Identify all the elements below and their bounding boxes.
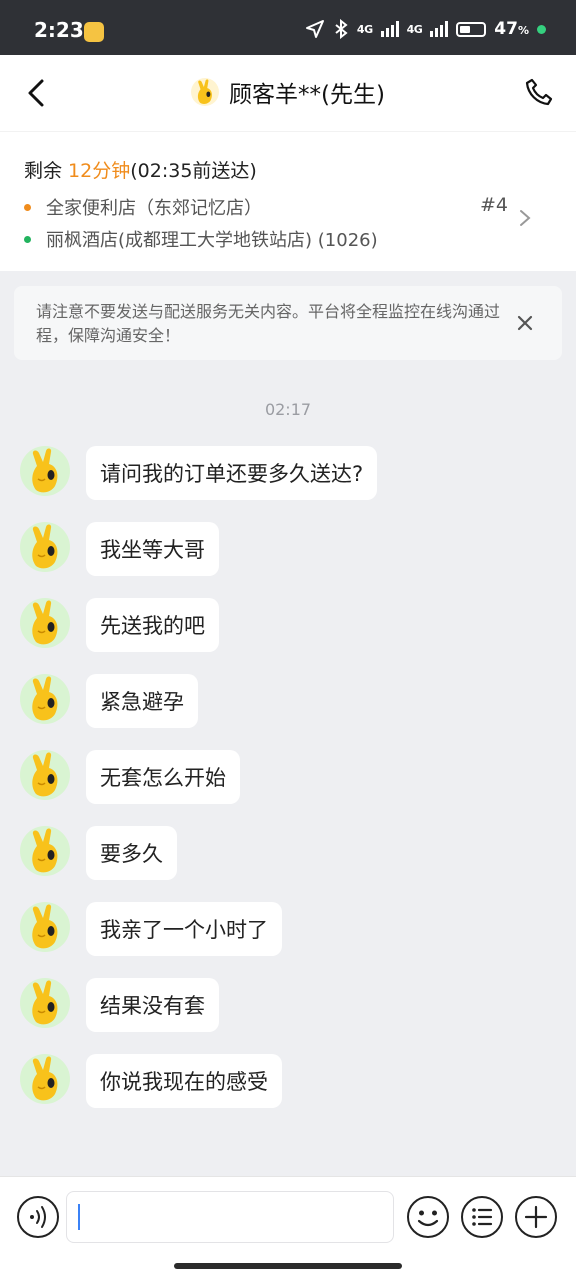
call-button[interactable] bbox=[522, 75, 556, 109]
customer-avatar[interactable] bbox=[20, 446, 70, 496]
message-row: 紧急避孕 bbox=[20, 674, 198, 728]
order-number: #4 bbox=[479, 194, 508, 216]
location-arrow-icon bbox=[305, 20, 324, 38]
list-icon[interactable] bbox=[460, 1195, 504, 1239]
customer-avatar bbox=[191, 78, 220, 106]
signal-bars-icon bbox=[430, 21, 449, 37]
customer-avatar[interactable] bbox=[20, 522, 70, 572]
message-bubble[interactable]: 你说我现在的感受 bbox=[86, 1054, 282, 1108]
chat-header: 顾客羊**(先生) bbox=[0, 55, 576, 131]
message-input[interactable] bbox=[66, 1191, 394, 1243]
pickup-dot bbox=[24, 203, 31, 211]
phone-icon bbox=[525, 78, 553, 106]
message-row: 我亲了一个小时了 bbox=[20, 902, 282, 956]
message-row: 我坐等大哥 bbox=[20, 522, 219, 576]
message-bubble[interactable]: 紧急避孕 bbox=[86, 674, 198, 728]
chat-timestamp: 02:17 bbox=[264, 400, 312, 419]
battery-level: 47% bbox=[494, 19, 529, 39]
customer-avatar[interactable] bbox=[20, 978, 70, 1028]
status-time: 2:23 bbox=[34, 18, 84, 42]
signal-label-2: 4G bbox=[406, 22, 423, 36]
delivery-dot bbox=[24, 235, 31, 243]
app-notification-icon bbox=[84, 22, 104, 42]
message-bubble[interactable]: 结果没有套 bbox=[86, 978, 219, 1032]
emoji-icon[interactable] bbox=[406, 1195, 450, 1239]
message-bubble[interactable]: 先送我的吧 bbox=[86, 598, 219, 652]
message-row: 结果没有套 bbox=[20, 978, 219, 1032]
message-bubble[interactable]: 我亲了一个小时了 bbox=[86, 902, 282, 956]
header-center: 顾客羊**(先生) bbox=[0, 75, 576, 109]
message-bubble[interactable]: 无套怎么开始 bbox=[86, 750, 240, 804]
page-title: 顾客羊**(先生) bbox=[229, 82, 385, 108]
message-row: 先送我的吧 bbox=[20, 598, 219, 652]
close-icon[interactable] bbox=[514, 312, 536, 334]
home-indicator[interactable] bbox=[174, 1263, 402, 1269]
status-bar: 2:23 4G 4G 47% bbox=[0, 0, 576, 55]
message-bubble[interactable]: 请问我的订单还要多久送达? bbox=[86, 446, 378, 500]
signal-label-1: 4G bbox=[356, 22, 373, 36]
order-card[interactable]: 剩余 12分钟(02:35前送达) 全家便利店（东郊记忆店） 丽枫酒店(成都理工… bbox=[0, 131, 576, 271]
customer-avatar[interactable] bbox=[20, 1054, 70, 1104]
signal-bars-icon bbox=[380, 21, 399, 37]
notice-text: 请注意不要发送与配送服务无关内容。平台将全程监控在线沟通过程，保障沟通安全！ bbox=[36, 302, 501, 345]
message-row: 无套怎么开始 bbox=[20, 750, 240, 804]
status-icons: 4G 4G 47% bbox=[305, 19, 546, 39]
bluetooth-icon bbox=[335, 19, 348, 39]
message-bubble[interactable]: 要多久 bbox=[86, 826, 177, 880]
customer-avatar[interactable] bbox=[20, 674, 70, 724]
message-row: 请问我的订单还要多久送达? bbox=[20, 446, 378, 500]
plus-icon[interactable] bbox=[514, 1195, 558, 1239]
status-dot bbox=[537, 24, 546, 34]
customer-avatar[interactable] bbox=[20, 598, 70, 648]
chevron-right-icon bbox=[520, 210, 531, 226]
customer-avatar[interactable] bbox=[20, 750, 70, 800]
delivery-address: 丽枫酒店(成都理工大学地铁站店) (1026) bbox=[24, 226, 378, 252]
customer-avatar[interactable] bbox=[20, 902, 70, 952]
safety-notice: 请注意不要发送与配送服务无关内容。平台将全程监控在线沟通过程，保障沟通安全！ bbox=[14, 286, 562, 360]
message-row: 你说我现在的感受 bbox=[20, 1054, 282, 1108]
text-cursor bbox=[78, 1204, 80, 1230]
pickup-store: 全家便利店（东郊记忆店） bbox=[24, 194, 262, 220]
battery-icon bbox=[456, 21, 487, 37]
customer-avatar[interactable] bbox=[20, 826, 70, 876]
message-row: 要多久 bbox=[20, 826, 177, 880]
remaining-time: 剩余 12分钟(02:35前送达) bbox=[24, 160, 257, 182]
message-bubble[interactable]: 我坐等大哥 bbox=[86, 522, 219, 576]
voice-icon[interactable] bbox=[16, 1195, 60, 1239]
